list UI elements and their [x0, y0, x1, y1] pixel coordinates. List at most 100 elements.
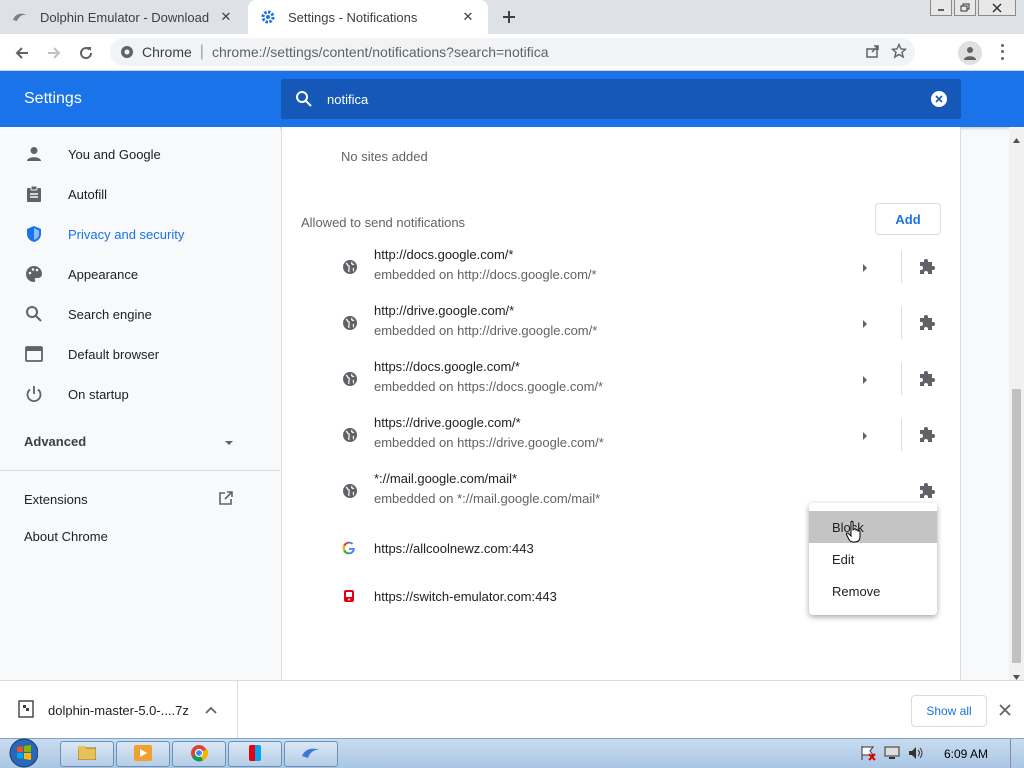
row-separator — [901, 363, 902, 395]
about-label: About Chrome — [24, 529, 108, 544]
page-title: Settings — [24, 90, 82, 107]
tab-dolphin[interactable]: Dolphin Emulator - Download ✕ — [0, 0, 246, 34]
window-close-button[interactable] — [978, 0, 1016, 16]
chevron-right-icon[interactable] — [862, 261, 872, 273]
globe-icon — [342, 259, 358, 275]
taskbar-media-player[interactable] — [116, 741, 170, 767]
tab-settings[interactable]: Settings - Notifications ✕ — [248, 0, 488, 34]
chevron-right-icon[interactable] — [862, 317, 872, 329]
menu-item-edit[interactable]: Edit — [809, 543, 937, 575]
globe-icon — [342, 483, 358, 499]
site-url: https://docs.google.com/* — [374, 359, 520, 374]
dolphin-icon — [301, 746, 321, 763]
download-item[interactable]: dolphin-master-5.0-....7z — [0, 681, 238, 739]
menu-item-block[interactable]: Block — [809, 511, 937, 543]
network-icon[interactable] — [884, 746, 900, 763]
chevron-down-icon — [224, 434, 234, 449]
palette-icon — [24, 264, 44, 284]
clear-search-icon[interactable] — [931, 91, 947, 107]
close-icon[interactable]: ✕ — [218, 9, 234, 25]
address-bar[interactable]: Chrome | chrome://settings/content/notif… — [110, 38, 915, 66]
site-url: https://drive.google.com/* — [374, 415, 521, 430]
extension-puzzle-icon[interactable] — [918, 425, 938, 445]
new-tab-button[interactable] — [498, 6, 520, 28]
reload-button[interactable] — [73, 40, 99, 66]
sidebar-item-appearance[interactable]: Appearance — [0, 254, 280, 294]
person-icon — [24, 144, 44, 164]
url-text[interactable]: chrome://settings/content/notifications?… — [212, 44, 549, 60]
app-icon — [248, 744, 262, 765]
site-embedded-text: embedded on *://mail.google.com/mail* — [374, 491, 601, 506]
extensions-label: Extensions — [24, 491, 88, 507]
site-url: *://mail.google.com/mail* — [374, 471, 518, 486]
settings-search[interactable]: notifica — [281, 79, 961, 119]
action-center-icon[interactable] — [860, 745, 876, 764]
scroll-up-icon[interactable] — [1013, 131, 1020, 146]
sidebar-item-you-and-google[interactable]: You and Google — [0, 134, 280, 174]
chevron-right-icon[interactable] — [862, 429, 872, 441]
site-row-drive-google-https[interactable]: https://drive.google.com/* embedded on ht… — [282, 407, 960, 463]
sidebar-item-privacy[interactable]: Privacy and security — [0, 214, 280, 254]
star-icon[interactable] — [890, 42, 908, 62]
sidebar-about-chrome[interactable]: About Chrome — [24, 529, 108, 549]
extension-puzzle-icon[interactable] — [918, 313, 938, 333]
minimize-button[interactable] — [930, 0, 952, 16]
chrome-site-icon[interactable] — [120, 45, 134, 59]
windows-taskbar: 6:09 AM — [0, 738, 1024, 768]
chevron-up-icon[interactable] — [203, 706, 219, 714]
start-button[interactable] — [2, 737, 46, 768]
settings-header: Settings notifica — [0, 71, 1024, 127]
show-desktop-button[interactable] — [1010, 739, 1024, 768]
sidebar-extensions[interactable]: Extensions — [24, 487, 234, 511]
taskbar-explorer[interactable] — [60, 741, 114, 767]
advanced-label: Advanced — [24, 433, 87, 449]
shield-icon — [24, 224, 44, 244]
site-row-docs-google-https[interactable]: https://docs.google.com/* embedded on htt… — [282, 351, 960, 407]
forward-button[interactable] — [41, 40, 67, 66]
site-url: http://drive.google.com/* — [374, 303, 515, 318]
chrome-menu-icon[interactable] — [994, 42, 1010, 62]
profile-avatar[interactable] — [958, 41, 982, 65]
menu-item-remove[interactable]: Remove — [809, 575, 937, 607]
extension-puzzle-icon[interactable] — [918, 481, 938, 501]
folder-icon — [77, 745, 97, 763]
sidebar-advanced[interactable]: Advanced — [24, 429, 234, 453]
add-button[interactable]: Add — [875, 203, 941, 235]
extension-puzzle-icon[interactable] — [918, 369, 938, 389]
site-row-docs-google-http[interactable]: http://docs.google.com/* embedded on http… — [282, 239, 960, 295]
tab-title: Dolphin Emulator - Download — [40, 9, 210, 25]
google-icon — [342, 541, 358, 557]
row-separator — [901, 307, 902, 339]
chevron-right-icon[interactable] — [862, 373, 872, 385]
sidebar-item-search-engine[interactable]: Search engine — [0, 294, 280, 334]
close-icon[interactable]: ✕ — [460, 9, 476, 25]
globe-icon — [342, 315, 358, 331]
search-input[interactable]: notifica — [327, 92, 931, 107]
back-button[interactable] — [9, 40, 35, 66]
taskbar-clock[interactable]: 6:09 AM — [944, 747, 988, 761]
search-icon — [24, 304, 44, 324]
taskbar-chrome[interactable] — [172, 741, 226, 767]
sidebar-item-label: Privacy and security — [68, 226, 185, 242]
sidebar-item-autofill[interactable]: Autofill — [0, 174, 280, 214]
restore-button[interactable] — [954, 0, 976, 16]
sidebar-item-default-browser[interactable]: Default browser — [0, 334, 280, 374]
page-scrollbar[interactable] — [1009, 127, 1024, 680]
site-embedded-text: embedded on https://docs.google.com/* — [374, 379, 604, 394]
sidebar-item-on-startup[interactable]: On startup — [0, 374, 280, 414]
share-icon[interactable] — [865, 43, 881, 62]
taskbar-app[interactable] — [228, 741, 282, 767]
sidebar-item-label: Appearance — [68, 266, 139, 282]
extension-puzzle-icon[interactable] — [918, 257, 938, 277]
close-icon[interactable] — [998, 703, 1014, 719]
file-icon — [18, 699, 34, 721]
switch-emulator-favicon — [342, 589, 358, 605]
scroll-thumb[interactable] — [1012, 389, 1021, 663]
download-bar: dolphin-master-5.0-....7z Show all — [0, 680, 1024, 739]
taskbar-dolphin[interactable] — [284, 741, 338, 767]
gear-icon — [260, 9, 276, 25]
show-all-button[interactable]: Show all — [911, 695, 987, 727]
site-row-drive-google-http[interactable]: http://drive.google.com/* embedded on htt… — [282, 295, 960, 351]
volume-icon[interactable] — [908, 746, 924, 763]
sidebar-item-label: Default browser — [68, 346, 160, 362]
